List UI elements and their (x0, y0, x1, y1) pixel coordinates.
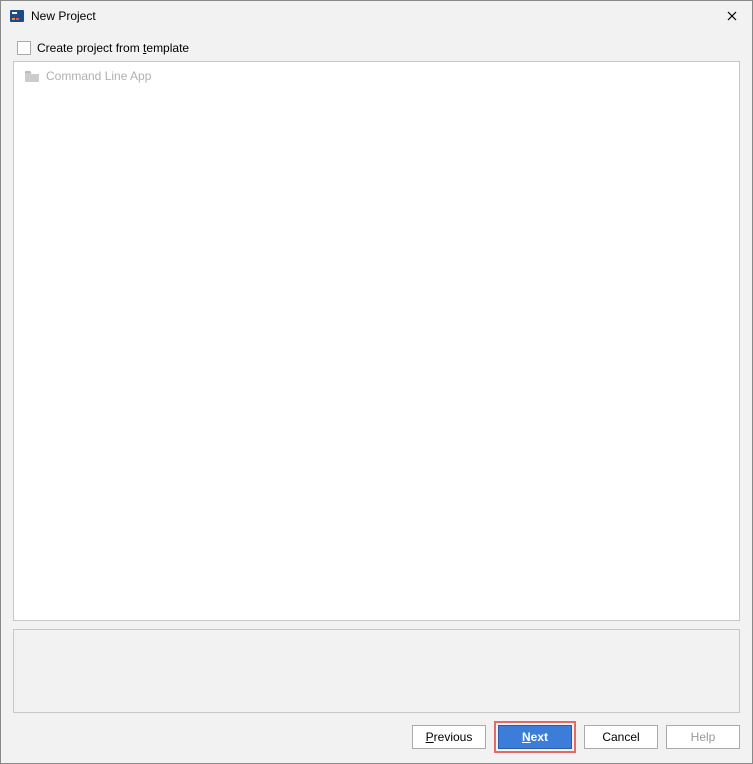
app-icon (9, 8, 25, 24)
template-checkbox-row: Create project from template (13, 37, 740, 61)
button-bar: Previous Next Cancel Help (1, 713, 752, 763)
window-title: New Project (31, 9, 718, 23)
cancel-button[interactable]: Cancel (584, 725, 658, 749)
next-button-highlight: Next (494, 721, 576, 753)
create-from-template-label[interactable]: Create project from template (37, 41, 189, 55)
new-project-dialog: New Project Create project from template (0, 0, 753, 764)
next-button[interactable]: Next (498, 725, 572, 749)
create-from-template-checkbox[interactable] (17, 41, 31, 55)
folder-icon (24, 69, 40, 83)
dialog-content: Create project from template Command Lin… (1, 31, 752, 713)
close-icon (727, 11, 737, 21)
close-button[interactable] (718, 4, 746, 28)
template-item-label: Command Line App (46, 69, 151, 83)
description-panel (13, 629, 740, 713)
titlebar: New Project (1, 1, 752, 31)
template-list[interactable]: Command Line App (13, 61, 740, 621)
template-item: Command Line App (20, 66, 733, 86)
help-button[interactable]: Help (666, 725, 740, 749)
previous-button[interactable]: Previous (412, 725, 486, 749)
